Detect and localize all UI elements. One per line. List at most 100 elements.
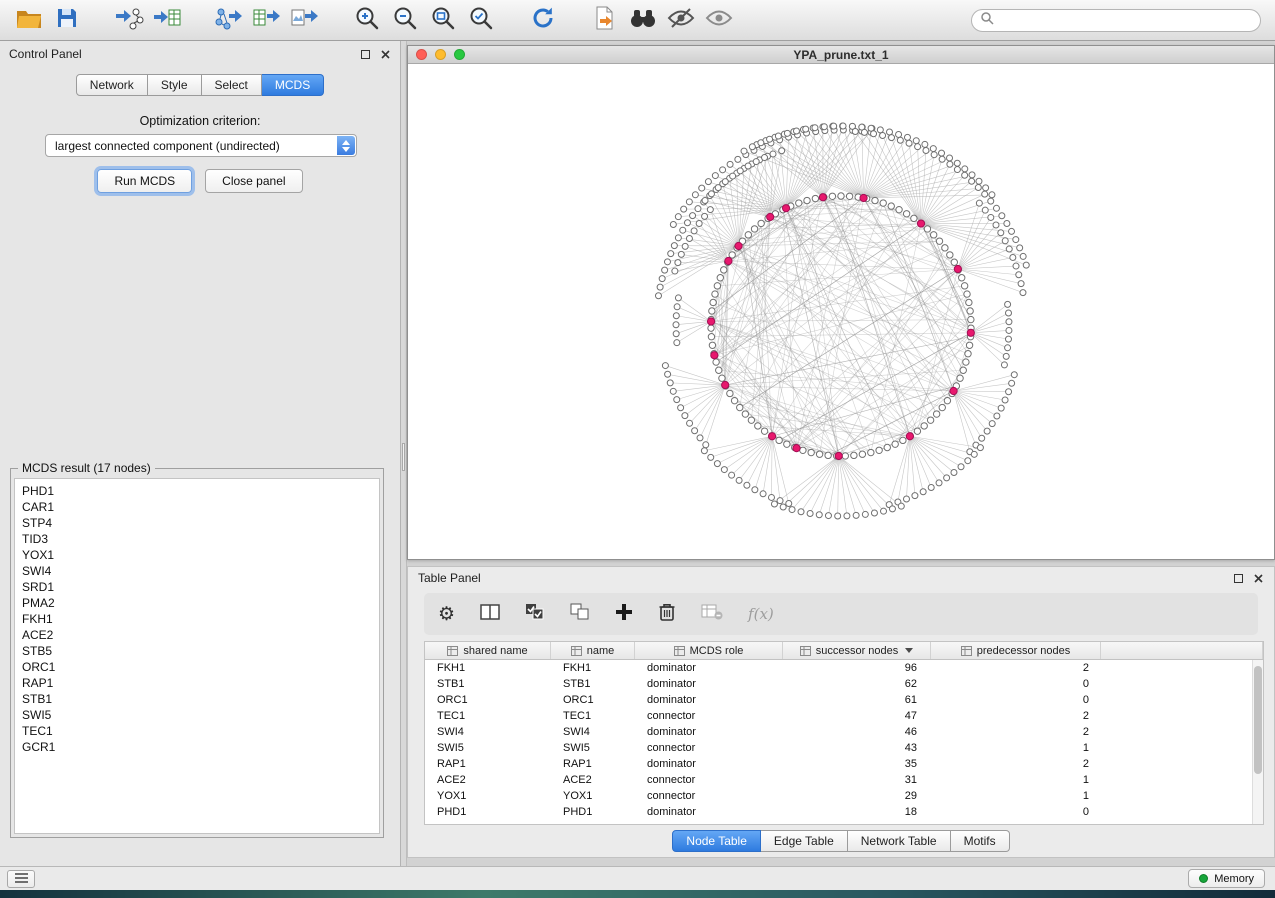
network-node[interactable] xyxy=(896,131,902,137)
network-node[interactable] xyxy=(900,437,906,443)
network-node[interactable] xyxy=(1005,345,1011,351)
mcds-result-item[interactable]: STB1 xyxy=(22,691,372,707)
network-hub-node[interactable] xyxy=(954,265,961,272)
network-node[interactable] xyxy=(939,156,945,162)
column-header-successor-nodes[interactable]: successor nodes xyxy=(783,642,931,659)
float-panel-icon[interactable] xyxy=(359,48,371,60)
network-node[interactable] xyxy=(904,134,910,140)
network-hub-node[interactable] xyxy=(767,213,774,220)
network-node[interactable] xyxy=(906,140,912,146)
close-panel-button[interactable]: Close panel xyxy=(205,169,302,193)
window-zoom-button[interactable] xyxy=(454,49,465,60)
cell-successor-nodes[interactable]: 61 xyxy=(783,692,931,708)
network-node[interactable] xyxy=(897,137,903,143)
network-window-titlebar[interactable]: YPA_prune.txt_1 xyxy=(408,46,1274,64)
network-node[interactable] xyxy=(942,245,948,251)
network-node[interactable] xyxy=(696,221,702,227)
table-row[interactable]: FKH1FKH1dominator962 xyxy=(425,660,1263,676)
cell-mcds-role[interactable]: dominator xyxy=(635,676,783,692)
network-node[interactable] xyxy=(852,129,858,135)
cell-successor-nodes[interactable]: 43 xyxy=(783,740,931,756)
network-node[interactable] xyxy=(768,494,774,500)
cell-name[interactable]: FKH1 xyxy=(551,660,635,676)
network-node[interactable] xyxy=(701,448,707,454)
network-hub-node[interactable] xyxy=(906,433,913,440)
network-node[interactable] xyxy=(889,506,895,512)
network-node[interactable] xyxy=(670,388,676,394)
window-close-button[interactable] xyxy=(416,49,427,60)
cell-mcds-role[interactable]: dominator xyxy=(635,724,783,740)
network-node[interactable] xyxy=(662,267,668,273)
network-node[interactable] xyxy=(947,155,953,161)
network-node[interactable] xyxy=(675,214,681,220)
network-node[interactable] xyxy=(993,205,999,211)
float-table-panel-icon[interactable] xyxy=(1232,572,1244,584)
network-node[interactable] xyxy=(994,413,1000,419)
network-node[interactable] xyxy=(825,513,831,519)
network-node[interactable] xyxy=(947,161,953,167)
cell-predecessor-nodes[interactable]: 1 xyxy=(931,788,1101,804)
network-node[interactable] xyxy=(911,215,917,221)
network-node[interactable] xyxy=(675,235,681,241)
cell-mcds-role[interactable]: dominator xyxy=(635,804,783,820)
network-node[interactable] xyxy=(770,151,776,157)
network-node[interactable] xyxy=(708,191,714,197)
network-node[interactable] xyxy=(954,160,960,166)
network-node[interactable] xyxy=(944,475,950,481)
cell-successor-nodes[interactable]: 62 xyxy=(783,676,931,692)
network-node[interactable] xyxy=(798,509,804,515)
network-node[interactable] xyxy=(829,193,835,199)
tab-style[interactable]: Style xyxy=(148,74,202,96)
network-hub-node[interactable] xyxy=(735,242,742,249)
export-network-button[interactable] xyxy=(210,3,248,37)
cell-successor-nodes[interactable]: 96 xyxy=(783,660,931,676)
network-node[interactable] xyxy=(671,243,677,249)
network-node[interactable] xyxy=(717,275,723,281)
network-node[interactable] xyxy=(684,220,690,226)
apply-layout-button[interactable] xyxy=(524,3,562,37)
network-node[interactable] xyxy=(984,428,990,434)
network-node[interactable] xyxy=(715,185,721,191)
mcds-result-item[interactable]: CAR1 xyxy=(22,499,372,515)
cell-predecessor-nodes[interactable]: 0 xyxy=(931,676,1101,692)
cell-mcds-role[interactable]: dominator xyxy=(635,756,783,772)
network-node[interactable] xyxy=(712,173,718,179)
network-node[interactable] xyxy=(721,467,727,473)
network-node[interactable] xyxy=(721,267,727,273)
network-node[interactable] xyxy=(862,511,868,517)
network-node[interactable] xyxy=(969,172,975,178)
network-node[interactable] xyxy=(859,451,865,457)
cell-mcds-role[interactable]: connector xyxy=(635,788,783,804)
network-node[interactable] xyxy=(1005,310,1011,316)
table-row[interactable]: STB1STB1dominator620 xyxy=(425,676,1263,692)
network-node[interactable] xyxy=(667,380,673,386)
table-row[interactable]: ORC1ORC1dominator610 xyxy=(425,692,1263,708)
network-node[interactable] xyxy=(675,295,681,301)
network-node[interactable] xyxy=(673,331,679,337)
network-node[interactable] xyxy=(939,404,945,410)
mcds-result-item[interactable]: ORC1 xyxy=(22,659,372,675)
network-node[interactable] xyxy=(755,423,761,429)
cell-predecessor-nodes[interactable]: 2 xyxy=(931,708,1101,724)
network-node[interactable] xyxy=(737,404,743,410)
network-node[interactable] xyxy=(758,220,764,226)
tab-motifs[interactable]: Motifs xyxy=(951,830,1010,852)
network-hub-node[interactable] xyxy=(917,220,924,227)
network-node[interactable] xyxy=(958,464,964,470)
cell-successor-nodes[interactable]: 31 xyxy=(783,772,931,788)
cell-predecessor-nodes[interactable]: 0 xyxy=(931,804,1101,820)
tab-network[interactable]: Network xyxy=(76,74,148,96)
cell-name[interactable]: STB1 xyxy=(551,676,635,692)
mcds-result-item[interactable]: ACE2 xyxy=(22,627,372,643)
network-node[interactable] xyxy=(872,197,878,203)
network-hub-node[interactable] xyxy=(769,433,776,440)
network-node[interactable] xyxy=(749,144,755,150)
network-node[interactable] xyxy=(699,185,705,191)
network-node[interactable] xyxy=(686,199,692,205)
network-node[interactable] xyxy=(753,159,759,165)
network-node[interactable] xyxy=(842,453,848,459)
network-node[interactable] xyxy=(979,435,985,441)
network-node[interactable] xyxy=(800,447,806,453)
search-input[interactable] xyxy=(999,13,1252,27)
network-node[interactable] xyxy=(889,135,895,141)
